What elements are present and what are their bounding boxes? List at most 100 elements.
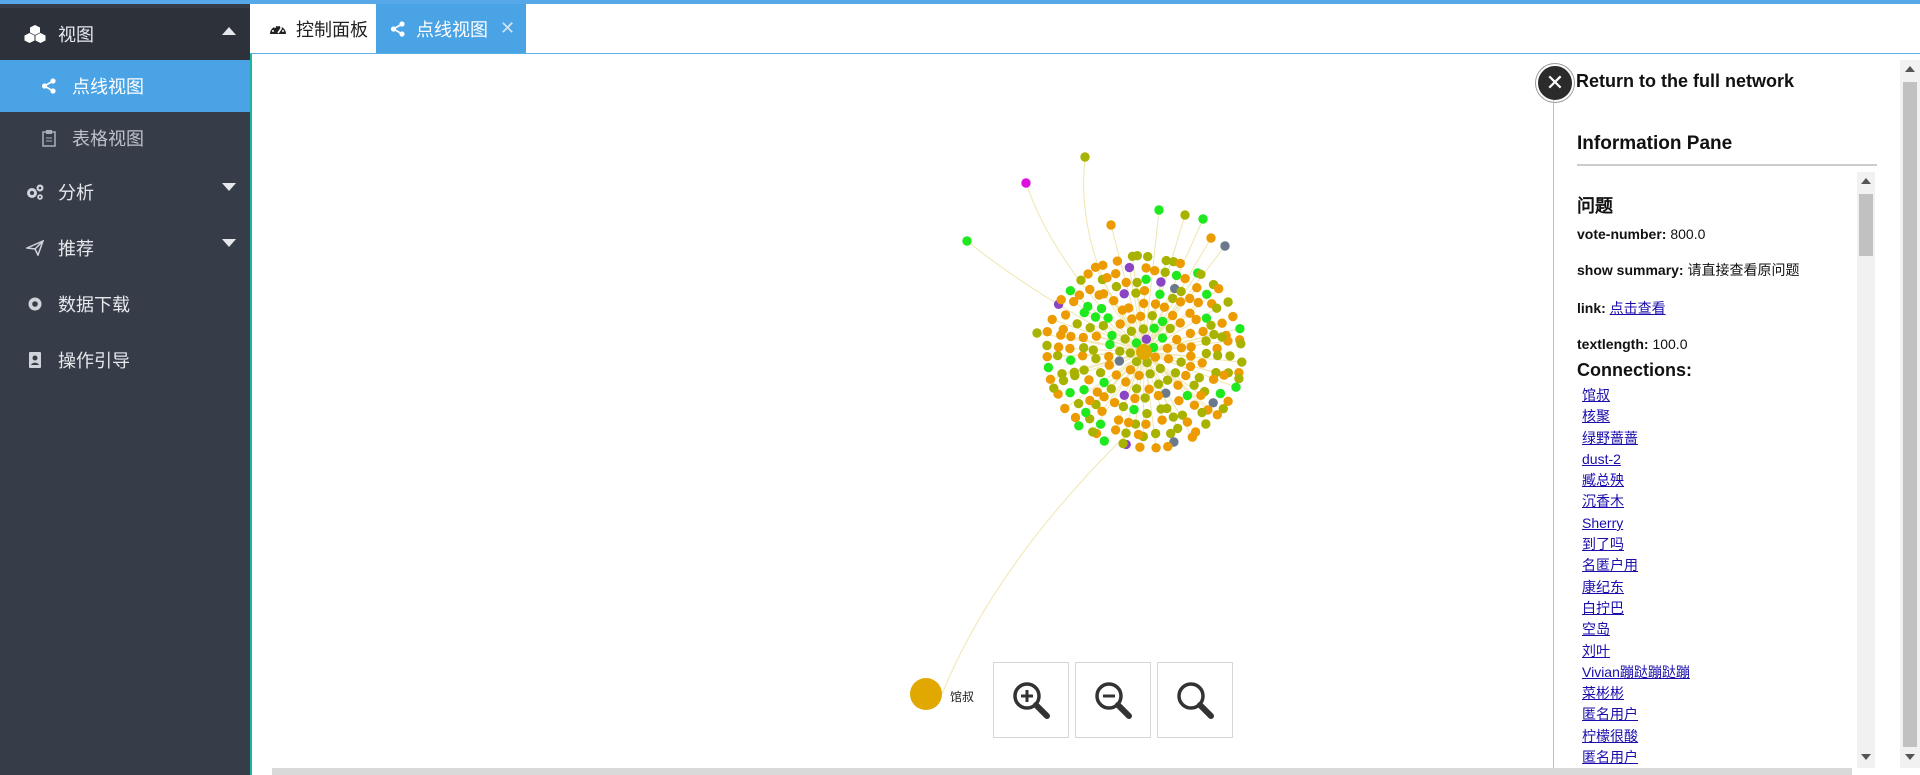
graph-node[interactable] [1175, 297, 1186, 307]
graph-node[interactable] [1091, 331, 1102, 341]
graph-node[interactable] [1176, 286, 1186, 297]
graph-node[interactable] [1144, 384, 1154, 394]
graph-node[interactable] [1180, 210, 1190, 220]
view-link[interactable]: 点击查看 [1610, 300, 1666, 316]
graph-node[interactable] [1197, 407, 1207, 418]
graph-node[interactable] [1021, 178, 1031, 188]
connection-link[interactable]: Vivian蹦跶蹦跶蹦 [1582, 662, 1857, 683]
graph-node[interactable] [1096, 303, 1107, 314]
connection-link[interactable]: 空岛 [1582, 619, 1857, 640]
graph-node[interactable] [1215, 388, 1226, 399]
graph-node[interactable] [1099, 377, 1109, 388]
graph-node[interactable] [1156, 277, 1166, 287]
graph-node[interactable] [1085, 284, 1095, 295]
graph-node[interactable] [1156, 404, 1166, 414]
graph-node[interactable] [1111, 370, 1122, 380]
graph-node[interactable] [1098, 289, 1109, 299]
graph-node[interactable] [1130, 393, 1140, 404]
graph-node[interactable] [1182, 417, 1193, 427]
graph-node[interactable] [1235, 324, 1245, 334]
sidebar-item-view[interactable]: 视图 [0, 8, 250, 60]
graph-node[interactable] [1104, 360, 1114, 370]
graph-node[interactable] [1079, 365, 1089, 375]
graph-node[interactable] [1186, 342, 1196, 352]
graph-node[interactable] [1070, 412, 1081, 423]
graph-node[interactable] [1153, 390, 1164, 401]
graph-node[interactable] [1125, 365, 1136, 375]
graph-node[interactable] [1073, 398, 1084, 409]
graph-node[interactable] [1139, 286, 1150, 296]
graph-node[interactable] [1114, 356, 1125, 366]
graph-node[interactable] [1105, 339, 1115, 350]
graph-node[interactable] [1150, 266, 1160, 276]
graph-node[interactable] [1056, 295, 1066, 305]
graph-node[interactable] [1065, 343, 1075, 354]
graph-node[interactable] [1045, 374, 1056, 384]
graph-node[interactable] [1077, 351, 1088, 361]
graph-node[interactable] [1154, 205, 1164, 215]
graph-node[interactable] [1163, 441, 1173, 452]
graph-node[interactable] [1155, 363, 1165, 374]
close-icon[interactable]: ✕ [1536, 64, 1574, 102]
graph-node[interactable] [1043, 362, 1054, 373]
graph-node[interactable] [1102, 273, 1112, 283]
graph-node[interactable] [1151, 443, 1161, 453]
graph-node[interactable] [1186, 351, 1196, 361]
graph-node[interactable] [1112, 256, 1123, 266]
graph-node[interactable] [1206, 320, 1216, 330]
connection-link[interactable]: 馆叔 [1582, 385, 1857, 406]
graph-node[interactable] [1160, 267, 1170, 277]
graph-node[interactable] [1133, 429, 1144, 440]
graph-node[interactable] [1121, 428, 1131, 438]
close-icon[interactable]: ✕ [500, 18, 515, 39]
graph-node[interactable] [1162, 375, 1173, 385]
graph-node[interactable] [1088, 427, 1098, 437]
graph-node[interactable] [1198, 214, 1208, 224]
graph-node[interactable] [1098, 321, 1109, 331]
connection-link[interactable]: 绿野蔷蔷 [1582, 428, 1857, 449]
graph-node[interactable] [1110, 425, 1121, 435]
graph-node[interactable] [1098, 260, 1108, 270]
graph-node[interactable] [1217, 332, 1227, 342]
sidebar-item-table-view[interactable]: 表格视图 [0, 112, 250, 164]
graph-node[interactable] [1182, 390, 1193, 401]
graph-node[interactable] [1166, 428, 1176, 439]
graph-node[interactable] [1173, 380, 1183, 390]
graph-node[interactable] [1106, 220, 1116, 230]
connection-link[interactable]: 白拧巴 [1582, 598, 1857, 619]
graph-node[interactable] [1191, 314, 1201, 325]
sidebar-item-analysis[interactable]: 分析 [0, 164, 250, 220]
graph-node[interactable] [1135, 311, 1146, 321]
graph-node[interactable] [1042, 352, 1052, 362]
graph-node[interactable] [1209, 329, 1219, 340]
graph-node[interactable] [1174, 396, 1184, 406]
graph-node[interactable] [1217, 318, 1227, 328]
scroll-down-icon[interactable] [1861, 754, 1871, 760]
graph-node[interactable] [1185, 293, 1195, 304]
graph-node[interactable] [1171, 270, 1182, 281]
graph-node[interactable] [1181, 370, 1191, 381]
graph-node[interactable] [1092, 387, 1102, 397]
graph-node[interactable] [1159, 302, 1170, 312]
connection-link[interactable]: dust-2 [1582, 449, 1857, 470]
graph-node[interactable] [1220, 241, 1230, 251]
horizontal-scrollbar[interactable] [272, 768, 1852, 775]
graph-node[interactable] [1141, 334, 1152, 344]
connection-link[interactable]: 到了吗 [1582, 534, 1857, 555]
graph-node[interactable] [1107, 330, 1117, 341]
connection-link[interactable]: 康纪东 [1582, 577, 1857, 598]
graph-node[interactable] [1149, 323, 1159, 333]
legend-node[interactable] [910, 678, 942, 710]
graph-node[interactable] [1111, 281, 1122, 292]
graph-node[interactable] [1162, 343, 1173, 353]
graph-node[interactable] [1065, 388, 1075, 398]
scroll-down-icon[interactable] [1905, 754, 1915, 760]
graph-node[interactable] [1201, 419, 1211, 429]
graph-node[interactable] [1136, 344, 1152, 360]
graph-node[interactable] [1201, 348, 1211, 359]
connection-link[interactable]: 沉香木 [1582, 491, 1857, 512]
graph-node[interactable] [1157, 333, 1168, 343]
graph-node[interactable] [1095, 368, 1106, 378]
graph-node[interactable] [1069, 367, 1079, 377]
tab-graph-view[interactable]: 点线视图 ✕ [376, 4, 526, 53]
